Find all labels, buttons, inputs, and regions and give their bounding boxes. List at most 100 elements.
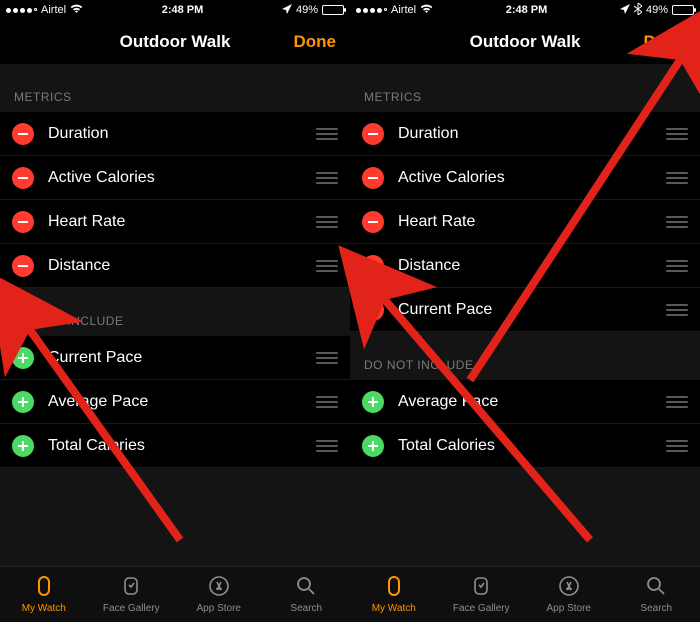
- tab-app-store[interactable]: App Store: [175, 574, 263, 614]
- remove-icon[interactable]: [12, 123, 34, 145]
- section-header-metrics: METRICS: [0, 64, 350, 112]
- page-title: Outdoor Walk: [120, 32, 231, 52]
- empty-space: [0, 468, 350, 566]
- tab-search[interactable]: Search: [613, 574, 700, 614]
- battery-pct: 49%: [296, 4, 318, 16]
- location-icon: [620, 4, 630, 17]
- table-row[interactable]: Active Calories: [350, 156, 700, 200]
- page-title: Outdoor Walk: [470, 32, 581, 52]
- table-row[interactable]: Heart Rate: [0, 200, 350, 244]
- watch-icon: [382, 574, 406, 601]
- remove-icon[interactable]: [362, 211, 384, 233]
- tab-face-gallery[interactable]: Face Gallery: [88, 574, 176, 614]
- battery-icon: [672, 5, 694, 15]
- signal-dots-icon: [356, 8, 387, 13]
- drag-handle-icon[interactable]: [316, 396, 338, 408]
- tab-my-watch[interactable]: My Watch: [0, 574, 88, 614]
- table-row[interactable]: Current Pace: [350, 288, 700, 332]
- table-row[interactable]: Duration: [350, 112, 700, 156]
- drag-handle-icon[interactable]: [666, 396, 688, 408]
- add-icon[interactable]: [12, 391, 34, 413]
- done-button[interactable]: Done: [644, 20, 687, 64]
- section-header-exclude: DO NOT INCLUDE: [0, 288, 350, 336]
- tab-app-store[interactable]: App Store: [525, 574, 613, 614]
- tab-label: My Watch: [22, 603, 66, 614]
- remove-icon[interactable]: [362, 167, 384, 189]
- metric-label: Duration: [398, 125, 666, 143]
- metric-label: Average Pace: [48, 393, 316, 411]
- table-row[interactable]: Heart Rate: [350, 200, 700, 244]
- metrics-list: Duration Active Calories Heart Rate Dist…: [350, 112, 700, 332]
- status-bar: Airtel 2:48 PM 49%: [0, 0, 350, 20]
- drag-handle-icon[interactable]: [666, 216, 688, 228]
- metrics-list: Duration Active Calories Heart Rate Dist…: [0, 112, 350, 288]
- drag-handle-icon[interactable]: [666, 128, 688, 140]
- bluetooth-icon: [634, 3, 642, 18]
- metric-label: Total Calories: [398, 437, 666, 455]
- exclude-list: Current Pace Average Pace Total Calories: [0, 336, 350, 468]
- metric-label: Total Calories: [48, 437, 316, 455]
- add-icon[interactable]: [12, 347, 34, 369]
- table-row[interactable]: Active Calories: [0, 156, 350, 200]
- tab-search[interactable]: Search: [263, 574, 351, 614]
- exclude-list: Average Pace Total Calories: [350, 380, 700, 468]
- drag-handle-icon[interactable]: [666, 440, 688, 452]
- remove-icon[interactable]: [12, 167, 34, 189]
- add-icon[interactable]: [362, 435, 384, 457]
- screen-left: Airtel 2:48 PM 49% Outdoor Walk Done MET…: [0, 0, 350, 622]
- table-row[interactable]: Distance: [350, 244, 700, 288]
- metric-label: Heart Rate: [48, 213, 316, 231]
- metric-label: Active Calories: [48, 169, 316, 187]
- add-icon[interactable]: [12, 435, 34, 457]
- table-row[interactable]: Distance: [0, 244, 350, 288]
- metric-label: Distance: [398, 257, 666, 275]
- remove-icon[interactable]: [362, 123, 384, 145]
- table-row[interactable]: Duration: [0, 112, 350, 156]
- watchface-icon: [119, 574, 143, 601]
- tab-bar: My Watch Face Gallery App Store Search: [350, 566, 700, 622]
- add-icon[interactable]: [362, 391, 384, 413]
- tab-label: Search: [290, 603, 322, 614]
- nav-bar: Outdoor Walk Done: [0, 20, 350, 64]
- remove-icon[interactable]: [362, 255, 384, 277]
- wifi-icon: [70, 4, 83, 17]
- empty-space: [350, 468, 700, 566]
- drag-handle-icon[interactable]: [316, 216, 338, 228]
- location-icon: [282, 4, 292, 17]
- metric-label: Distance: [48, 257, 316, 275]
- signal-dots-icon: [6, 8, 37, 13]
- tab-face-gallery[interactable]: Face Gallery: [438, 574, 526, 614]
- battery-icon: [322, 5, 344, 15]
- carrier-label: Airtel: [41, 4, 66, 16]
- battery-pct: 49%: [646, 4, 668, 16]
- section-header-exclude: DO NOT INCLUDE: [350, 332, 700, 380]
- table-row[interactable]: Total Calories: [350, 424, 700, 468]
- dual-screenshot: Airtel 2:48 PM 49% Outdoor Walk Done MET…: [0, 0, 700, 622]
- table-row[interactable]: Total Calories: [0, 424, 350, 468]
- metric-label: Average Pace: [398, 393, 666, 411]
- tab-label: App Store: [547, 603, 591, 614]
- appstore-icon: [207, 574, 231, 601]
- tab-my-watch[interactable]: My Watch: [350, 574, 438, 614]
- drag-handle-icon[interactable]: [316, 440, 338, 452]
- drag-handle-icon[interactable]: [316, 128, 338, 140]
- tab-label: Face Gallery: [103, 603, 160, 614]
- metric-label: Current Pace: [48, 349, 316, 367]
- drag-handle-icon[interactable]: [316, 352, 338, 364]
- remove-icon[interactable]: [12, 255, 34, 277]
- drag-handle-icon[interactable]: [666, 304, 688, 316]
- drag-handle-icon[interactable]: [666, 172, 688, 184]
- section-header-metrics: METRICS: [350, 64, 700, 112]
- remove-icon[interactable]: [362, 299, 384, 321]
- drag-handle-icon[interactable]: [316, 260, 338, 272]
- tab-label: My Watch: [372, 603, 416, 614]
- table-row[interactable]: Current Pace: [0, 336, 350, 380]
- remove-icon[interactable]: [12, 211, 34, 233]
- search-icon: [644, 574, 668, 601]
- watchface-icon: [469, 574, 493, 601]
- done-button[interactable]: Done: [294, 20, 337, 64]
- drag-handle-icon[interactable]: [666, 260, 688, 272]
- drag-handle-icon[interactable]: [316, 172, 338, 184]
- table-row[interactable]: Average Pace: [350, 380, 700, 424]
- table-row[interactable]: Average Pace: [0, 380, 350, 424]
